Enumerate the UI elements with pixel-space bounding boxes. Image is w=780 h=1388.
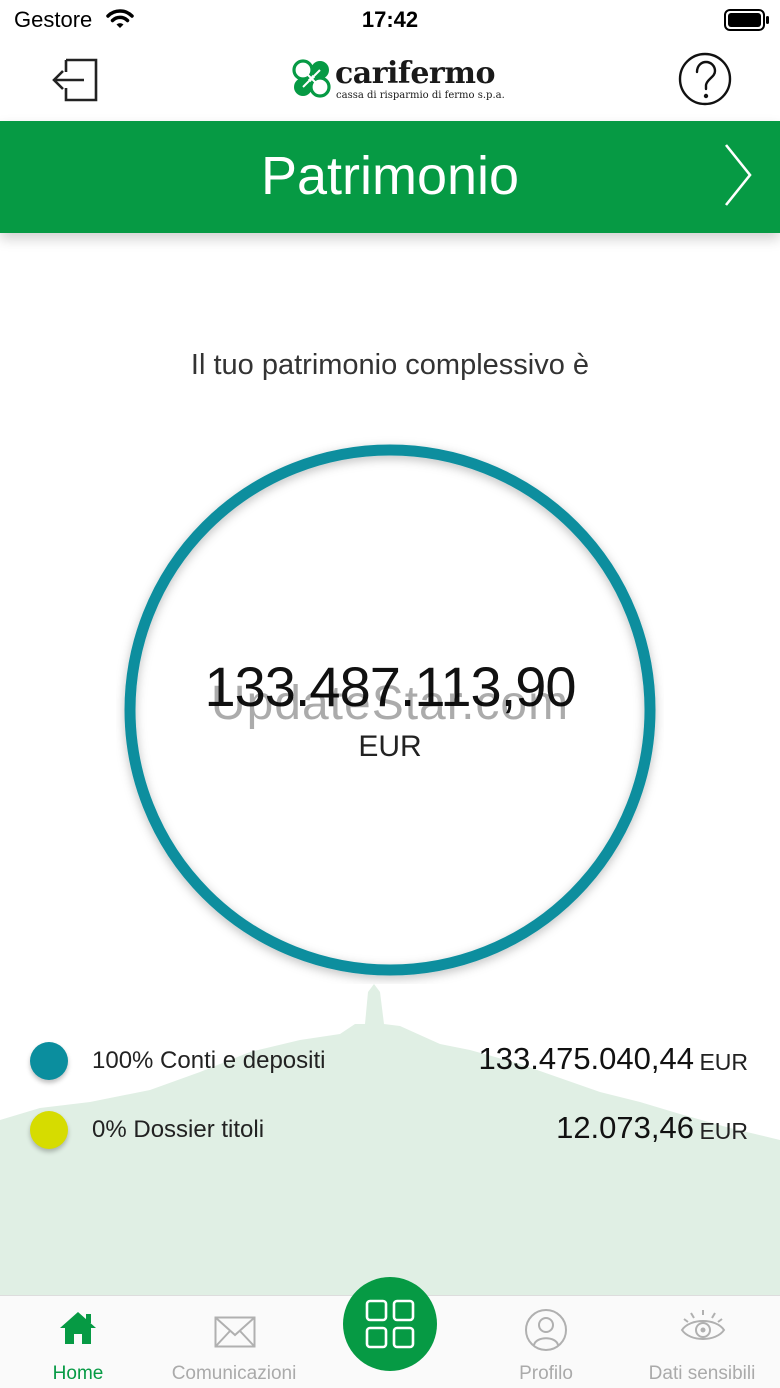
tab-profilo[interactable]: Profilo: [468, 1296, 624, 1388]
breakdown-amount: 133.475.040,44: [478, 1041, 695, 1076]
battery-icon: [724, 9, 769, 31]
breakdown-currency: EUR: [699, 1049, 748, 1075]
logo-subtitle: cassa di risparmio di fermo s.p.a.: [336, 90, 505, 101]
grid-icon: [365, 1299, 415, 1349]
breakdown-label: 0% Dossier titoli: [92, 1116, 265, 1143]
tab-comunicazioni[interactable]: Comunicazioni: [156, 1296, 312, 1388]
home-icon: [60, 1312, 96, 1344]
legend-dot-dossier: [30, 1111, 68, 1149]
help-icon: [678, 52, 732, 106]
tab-label: Home: [52, 1363, 104, 1384]
page-title: Patrimonio: [260, 146, 520, 206]
tab-label: Dati sensibili: [648, 1363, 756, 1384]
tab-label: Profilo: [519, 1363, 573, 1384]
breakdown-row-dossier[interactable]: 0% Dossier titoli 12.073,46 EUR: [0, 1104, 780, 1154]
breakdown-currency: EUR: [699, 1118, 748, 1144]
tab-label: Comunicazioni: [171, 1363, 297, 1384]
clover-icon: [292, 59, 331, 98]
tab-dati-sensibili[interactable]: Dati sensibili: [624, 1296, 780, 1388]
eye-icon: [680, 1310, 726, 1340]
logo-name: carifermo: [335, 56, 495, 91]
legend-dot-conti: [30, 1042, 68, 1080]
app-header: carifermo cassa di risparmio di fermo s.…: [0, 40, 780, 120]
tab-menu-button[interactable]: [343, 1277, 437, 1371]
carifermo-logo: carifermo cassa di risparmio di fermo s.…: [290, 56, 505, 102]
summary-subtitle: Il tuo patrimonio complessivo è: [190, 349, 590, 381]
logout-button[interactable]: [50, 54, 102, 106]
tab-home[interactable]: Home: [0, 1296, 156, 1388]
next-button[interactable]: [718, 141, 758, 211]
status-bar: Gestore 17:42: [0, 0, 780, 40]
clock: 17:42: [361, 7, 419, 32]
total-currency: EUR: [358, 730, 422, 763]
profile-icon: [525, 1309, 567, 1351]
envelope-icon: [214, 1316, 256, 1348]
breakdown-row-conti[interactable]: 100% Conti e depositi 133.475.040,44 EUR: [0, 1035, 780, 1085]
title-band: Patrimonio: [0, 121, 780, 233]
chevron-right-icon: [724, 144, 752, 206]
watermark: UpdateStar.com: [210, 677, 570, 730]
logout-icon: [52, 58, 98, 102]
breakdown-label: 100% Conti e depositi: [92, 1047, 326, 1074]
help-button[interactable]: [678, 52, 732, 106]
breakdown-amount: 12.073,46: [556, 1110, 694, 1145]
